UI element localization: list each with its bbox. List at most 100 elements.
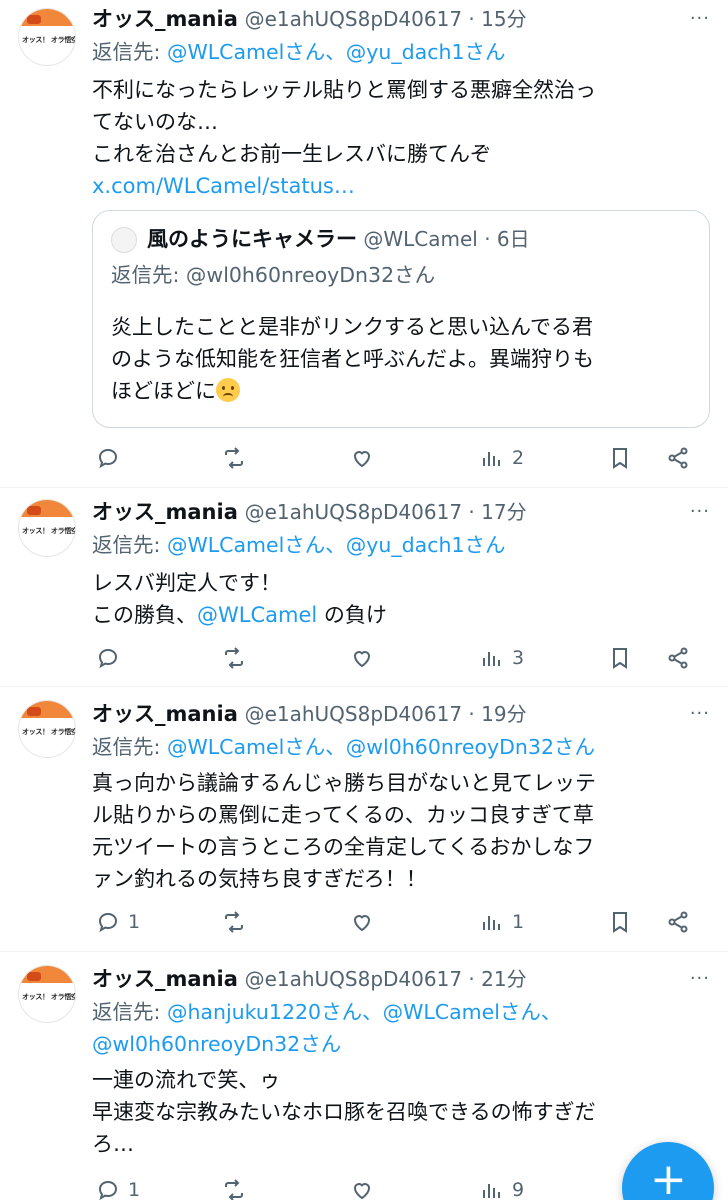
views-button[interactable]: 9 bbox=[480, 1172, 524, 1200]
plus-icon: + bbox=[650, 1154, 687, 1200]
reply-button[interactable] bbox=[96, 640, 128, 676]
tweet-text: 真っ向から議論するんじゃ勝ち目がないと見てレッテ ル貼りからの罵倒に走ってくるの… bbox=[92, 771, 596, 891]
bookmark-icon bbox=[613, 648, 627, 669]
reply-mentions[interactable]: @hanjuku1220さん、@WLCamelさん、 bbox=[167, 1000, 562, 1024]
views-button[interactable]: 3 bbox=[480, 640, 524, 676]
more-options-icon[interactable]: ··· bbox=[690, 697, 710, 731]
reply-icon bbox=[98, 912, 118, 933]
retweet-button[interactable] bbox=[222, 1172, 254, 1200]
share-icon bbox=[668, 447, 688, 469]
avatar-text: オッス！ オラ悟空！ bbox=[22, 36, 75, 44]
retweet-icon bbox=[225, 1179, 243, 1200]
avatar[interactable]: オッス！ オラ悟空！ bbox=[18, 499, 76, 557]
tweet-actions: 3 bbox=[92, 640, 728, 676]
author-name[interactable]: オッス_mania bbox=[92, 702, 238, 726]
share-button[interactable] bbox=[666, 640, 690, 676]
tweet[interactable]: オッス！ オラ悟空！ オッス_mania @e1ahUQS8pD40617 · … bbox=[0, 688, 728, 952]
author-handle[interactable]: @e1ahUQS8pD40617 · 17分 bbox=[245, 500, 527, 524]
bookmark-icon bbox=[613, 448, 627, 469]
quote-text: 炎上したことと是非がリンクすると思い込んでる君 のような低知能を狂信者と呼ぶんだ… bbox=[111, 315, 594, 403]
bookmark-button[interactable] bbox=[608, 440, 632, 476]
more-options-icon[interactable]: ··· bbox=[690, 495, 710, 529]
reply-to: 返信先: @WLCamelさん、@yu_dach1さん bbox=[92, 40, 506, 64]
avatar-text: オッス！ オラ悟空！ bbox=[22, 728, 75, 736]
share-icon bbox=[668, 647, 688, 669]
reply-button[interactable]: 1 bbox=[96, 1172, 140, 1200]
views-count: 9 bbox=[512, 1179, 525, 1200]
avatar[interactable]: オッス！ オラ悟空！ bbox=[18, 700, 76, 758]
author-name[interactable]: オッス_mania bbox=[92, 500, 238, 524]
avatar-text: オッス！ オラ悟空！ bbox=[22, 527, 75, 535]
quote-avatar bbox=[111, 227, 137, 253]
reply-icon bbox=[98, 648, 118, 669]
tweet[interactable]: オッス！ オラ悟空！ オッス_mania @e1ahUQS8pD40617 · … bbox=[0, 489, 728, 687]
reply-icon bbox=[98, 448, 118, 469]
author-name[interactable]: オッス_mania bbox=[92, 7, 238, 31]
like-button[interactable] bbox=[350, 904, 382, 940]
retweet-button[interactable] bbox=[222, 904, 254, 940]
views-count: 1 bbox=[512, 911, 525, 933]
more-options-icon[interactable]: ··· bbox=[690, 2, 710, 36]
bar-chart-icon bbox=[483, 652, 500, 666]
reply-to: 返信先: @hanjuku1220さん、@WLCamelさん、 @wl0h60n… bbox=[92, 1000, 562, 1056]
reply-count: 1 bbox=[128, 911, 141, 933]
bar-chart-icon bbox=[483, 916, 500, 930]
frowning-face-icon bbox=[216, 378, 240, 402]
like-button[interactable] bbox=[350, 640, 382, 676]
like-button[interactable] bbox=[350, 440, 382, 476]
bar-chart-icon bbox=[483, 452, 500, 466]
retweet-icon bbox=[225, 647, 243, 669]
quote-reply-to: 返信先: @wl0h60nreoyDn32さん bbox=[111, 263, 436, 287]
author-handle[interactable]: @e1ahUQS8pD40617 · 21分 bbox=[245, 967, 527, 991]
compose-button[interactable]: + bbox=[622, 1142, 714, 1200]
avatar[interactable]: オッス！ オラ悟空！ bbox=[18, 965, 76, 1023]
tweet-text: 不利になったらレッテル貼りと罵倒する悪癖全然治っ てないのな… これを治さんとお… bbox=[92, 74, 702, 202]
reply-mentions[interactable]: @WLCamelさん、@wl0h60nreoyDn32さん bbox=[167, 735, 595, 759]
more-options-icon[interactable]: ··· bbox=[690, 962, 710, 996]
reply-mentions[interactable]: @WLCamelさん、@yu_dach1さん bbox=[167, 533, 506, 557]
bookmark-button[interactable] bbox=[608, 904, 632, 940]
share-icon bbox=[668, 911, 688, 933]
quote-author-meta: @WLCamel · 6日 bbox=[357, 227, 530, 251]
bookmark-icon bbox=[613, 912, 627, 933]
quote-author-name: 風のようにキャメラー bbox=[147, 227, 357, 251]
share-button[interactable] bbox=[666, 440, 690, 476]
quoted-tweet[interactable]: 風のようにキャメラー @WLCamel · 6日 返信先: @wl0h60nre… bbox=[92, 210, 710, 428]
heart-icon bbox=[353, 1183, 371, 1200]
tweet[interactable]: オッス！ オラ悟空！ オッス_mania @e1ahUQS8pD40617 · … bbox=[0, 953, 728, 1200]
reply-button[interactable] bbox=[96, 440, 128, 476]
author-handle[interactable]: @e1ahUQS8pD40617 · 15分 bbox=[245, 7, 527, 31]
retweet-button[interactable] bbox=[222, 440, 254, 476]
retweet-button[interactable] bbox=[222, 640, 254, 676]
reply-to: 返信先: @WLCamelさん、@wl0h60nreoyDn32さん bbox=[92, 735, 595, 759]
reply-count: 1 bbox=[128, 1179, 141, 1200]
author-handle[interactable]: @e1ahUQS8pD40617 · 19分 bbox=[245, 702, 527, 726]
tweet-actions: 2 bbox=[92, 440, 728, 476]
reply-icon bbox=[98, 1180, 118, 1200]
reply-to: 返信先: @WLCamelさん、@yu_dach1さん bbox=[92, 533, 506, 557]
tweet[interactable]: オッス！ オラ悟空！ オッス_mania @e1ahUQS8pD40617 · … bbox=[0, 0, 728, 488]
views-button[interactable]: 2 bbox=[480, 440, 524, 476]
tweet-text: レスバ判定人です！ この勝負、@WLCamel の負け bbox=[92, 571, 387, 627]
reply-mentions-2[interactable]: @wl0h60nreoyDn32さん bbox=[92, 1032, 341, 1056]
views-count: 3 bbox=[512, 647, 525, 669]
author-name[interactable]: オッス_mania bbox=[92, 967, 238, 991]
like-button[interactable] bbox=[350, 1172, 382, 1200]
tweet-actions: 1 1 bbox=[92, 904, 728, 940]
retweet-icon bbox=[225, 911, 243, 933]
reply-mentions[interactable]: @WLCamelさん、@yu_dach1さん bbox=[167, 40, 506, 64]
tweet-text: 一連の流れで笑、ゥ 早速変な宗教みたいなホロ豚を召喚できるの怖すぎだ ろ… bbox=[92, 1068, 596, 1156]
mention-link[interactable]: @WLCamel bbox=[197, 603, 317, 627]
avatar[interactable]: オッス！ オラ悟空！ bbox=[18, 8, 76, 66]
bar-chart-icon bbox=[483, 1184, 500, 1198]
retweet-icon bbox=[225, 447, 243, 469]
views-count: 2 bbox=[512, 447, 525, 469]
avatar-text: オッス！ オラ悟空！ bbox=[22, 993, 75, 1001]
views-button[interactable]: 1 bbox=[480, 904, 524, 940]
share-button[interactable] bbox=[666, 904, 690, 940]
reply-button[interactable]: 1 bbox=[96, 904, 140, 940]
heart-icon bbox=[353, 451, 371, 468]
bookmark-button[interactable] bbox=[608, 640, 632, 676]
heart-icon bbox=[353, 915, 371, 932]
tweet-link[interactable]: x.com/WLCamel/status… bbox=[92, 170, 702, 202]
